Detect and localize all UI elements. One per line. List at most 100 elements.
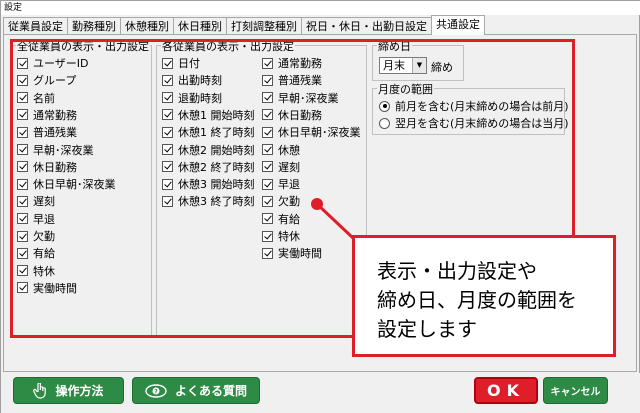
checkbox[interactable] xyxy=(262,230,273,242)
checkbox-item[interactable]: 普通残業 xyxy=(262,73,322,87)
checkbox[interactable] xyxy=(262,126,273,138)
callout-line: 表示・出力設定や xyxy=(377,259,537,283)
checkbox[interactable] xyxy=(162,74,173,86)
checkbox-item[interactable]: 休憩3 開始時刻 xyxy=(162,177,255,191)
checkbox-item[interactable]: 遅刻 xyxy=(17,194,55,208)
checkbox[interactable] xyxy=(17,282,28,294)
checkbox-item[interactable]: 遅刻 xyxy=(262,160,300,174)
cancel-button[interactable]: キャンセル xyxy=(543,377,608,404)
checkbox-item[interactable]: 実働時間 xyxy=(262,246,322,260)
help-button[interactable]: 操作方法 xyxy=(13,377,124,404)
checkbox-item[interactable]: 休憩2 開始時刻 xyxy=(162,143,255,157)
checkbox[interactable] xyxy=(262,195,273,207)
checkbox[interactable] xyxy=(17,57,28,69)
checkbox[interactable] xyxy=(17,161,28,173)
checkbox[interactable] xyxy=(162,109,173,121)
checkbox-item[interactable]: 欠勤 xyxy=(17,229,55,243)
checkbox[interactable] xyxy=(162,92,173,104)
checkbox[interactable] xyxy=(262,247,273,259)
checkbox-item[interactable]: 特休 xyxy=(17,264,55,278)
checkbox-item[interactable]: 欠勤 xyxy=(262,194,300,208)
tab-stamp-adjust-types[interactable]: 打刻調整種別 xyxy=(226,17,302,35)
checkbox-item[interactable]: 早退 xyxy=(17,212,55,226)
checkbox[interactable] xyxy=(262,161,273,173)
callout-line: 設定します xyxy=(377,317,477,341)
checkbox-item[interactable]: 退勤時刻 xyxy=(162,91,222,105)
checkbox-item[interactable]: 出勤時刻 xyxy=(162,73,222,87)
radio-button[interactable] xyxy=(379,117,390,129)
checkbox-label: 休憩3 終了時刻 xyxy=(178,195,255,209)
group-title: 月度の範囲 xyxy=(377,81,434,97)
ok-button[interactable]: OK xyxy=(474,377,538,404)
tab-break-types[interactable]: 休憩種別 xyxy=(120,17,174,35)
checkbox-item[interactable]: 休日勤務 xyxy=(262,108,322,122)
checkbox[interactable] xyxy=(162,195,173,207)
checkbox[interactable] xyxy=(162,57,173,69)
checkbox[interactable] xyxy=(262,178,273,190)
checkbox[interactable] xyxy=(17,144,28,155)
checkbox[interactable] xyxy=(162,161,173,173)
checkbox[interactable] xyxy=(17,230,28,242)
checkbox-item[interactable]: 休日早朝･深夜業 xyxy=(17,177,116,191)
checkbox-label: 休憩3 開始時刻 xyxy=(178,178,255,192)
checkbox[interactable] xyxy=(262,213,273,225)
checkbox-item[interactable]: 休憩1 開始時刻 xyxy=(162,108,255,122)
checkbox[interactable] xyxy=(17,265,28,277)
tab-common-settings[interactable]: 共通設定 xyxy=(431,15,485,35)
checkbox[interactable] xyxy=(262,144,273,155)
checkbox-label: 欠勤 xyxy=(33,230,55,243)
faq-button[interactable]: ? よくある質問 xyxy=(132,377,260,404)
checkbox-item[interactable]: 有給 xyxy=(17,246,55,260)
checkbox[interactable] xyxy=(17,74,28,86)
checkbox-item[interactable]: 早朝･深夜業 xyxy=(262,91,339,105)
checkbox-item[interactable]: 休憩1 終了時刻 xyxy=(162,125,255,139)
checkbox[interactable] xyxy=(17,247,28,259)
checkbox-label: ユーザーID xyxy=(33,57,89,70)
checkbox-label: 有給 xyxy=(278,212,300,226)
checkbox-item[interactable]: 日付 xyxy=(162,56,200,70)
checkbox-item[interactable]: 名前 xyxy=(17,91,55,105)
checkbox[interactable] xyxy=(17,213,28,225)
callout-line: 締め日、月度の範囲を xyxy=(377,288,577,312)
checkbox[interactable] xyxy=(17,109,28,121)
tab-holiday-types[interactable]: 休日種別 xyxy=(173,17,227,35)
radio-include-next-month[interactable]: 翌月を含む(月末締めの場合は当月) xyxy=(379,116,569,130)
tab-holiday-workday-settings[interactable]: 祝日・休日・出勤日設定 xyxy=(301,17,432,35)
checkbox-item[interactable]: 休憩 xyxy=(262,143,300,157)
radio-include-previous-month[interactable]: 前月を含む(月末締めの場合は前月) xyxy=(379,99,569,113)
tab-employee-settings[interactable]: 従業員設定 xyxy=(3,17,68,35)
checkbox-item[interactable]: 休日早朝･深夜業 xyxy=(262,125,361,139)
checkbox-label: 早退 xyxy=(278,178,300,192)
checkbox-item[interactable]: グループ xyxy=(17,73,76,87)
checkbox-item[interactable]: 特休 xyxy=(262,229,300,243)
checkbox-item[interactable]: 普通残業 xyxy=(17,125,77,139)
checkbox-label: 退勤時刻 xyxy=(178,91,222,105)
checkbox[interactable] xyxy=(262,109,273,121)
checkbox[interactable] xyxy=(17,195,28,207)
closing-day-select[interactable]: 月末 ▼ xyxy=(379,57,427,74)
checkbox[interactable] xyxy=(262,92,273,104)
checkbox[interactable] xyxy=(162,178,173,190)
checkbox[interactable] xyxy=(17,126,28,138)
checkbox-label: 通常勤務 xyxy=(33,108,77,122)
tab-work-types[interactable]: 勤務種別 xyxy=(67,17,121,35)
checkbox-item[interactable]: 通常勤務 xyxy=(262,56,322,70)
checkbox-item[interactable]: 休憩2 終了時刻 xyxy=(162,160,255,174)
checkbox[interactable] xyxy=(17,178,28,190)
checkbox-item[interactable]: 実働時間 xyxy=(17,281,77,295)
checkbox-item[interactable]: ユーザーID xyxy=(17,56,89,70)
checkbox[interactable] xyxy=(162,126,173,138)
radio-button[interactable] xyxy=(379,100,390,112)
checkbox-item[interactable]: 休日勤務 xyxy=(17,160,77,174)
checkbox-item[interactable]: 有給 xyxy=(262,212,300,226)
checkbox[interactable] xyxy=(17,92,28,104)
checkbox-item[interactable]: 早朝･深夜業 xyxy=(17,143,94,157)
faq-button-label: よくある質問 xyxy=(174,384,247,398)
checkbox-item[interactable]: 早退 xyxy=(262,177,300,191)
checkbox[interactable] xyxy=(262,74,273,86)
checkbox-item[interactable]: 休憩3 終了時刻 xyxy=(162,194,255,208)
checkbox[interactable] xyxy=(162,144,173,155)
chevron-down-icon[interactable]: ▼ xyxy=(412,58,426,73)
checkbox[interactable] xyxy=(262,57,273,69)
checkbox-item[interactable]: 通常勤務 xyxy=(17,108,77,122)
